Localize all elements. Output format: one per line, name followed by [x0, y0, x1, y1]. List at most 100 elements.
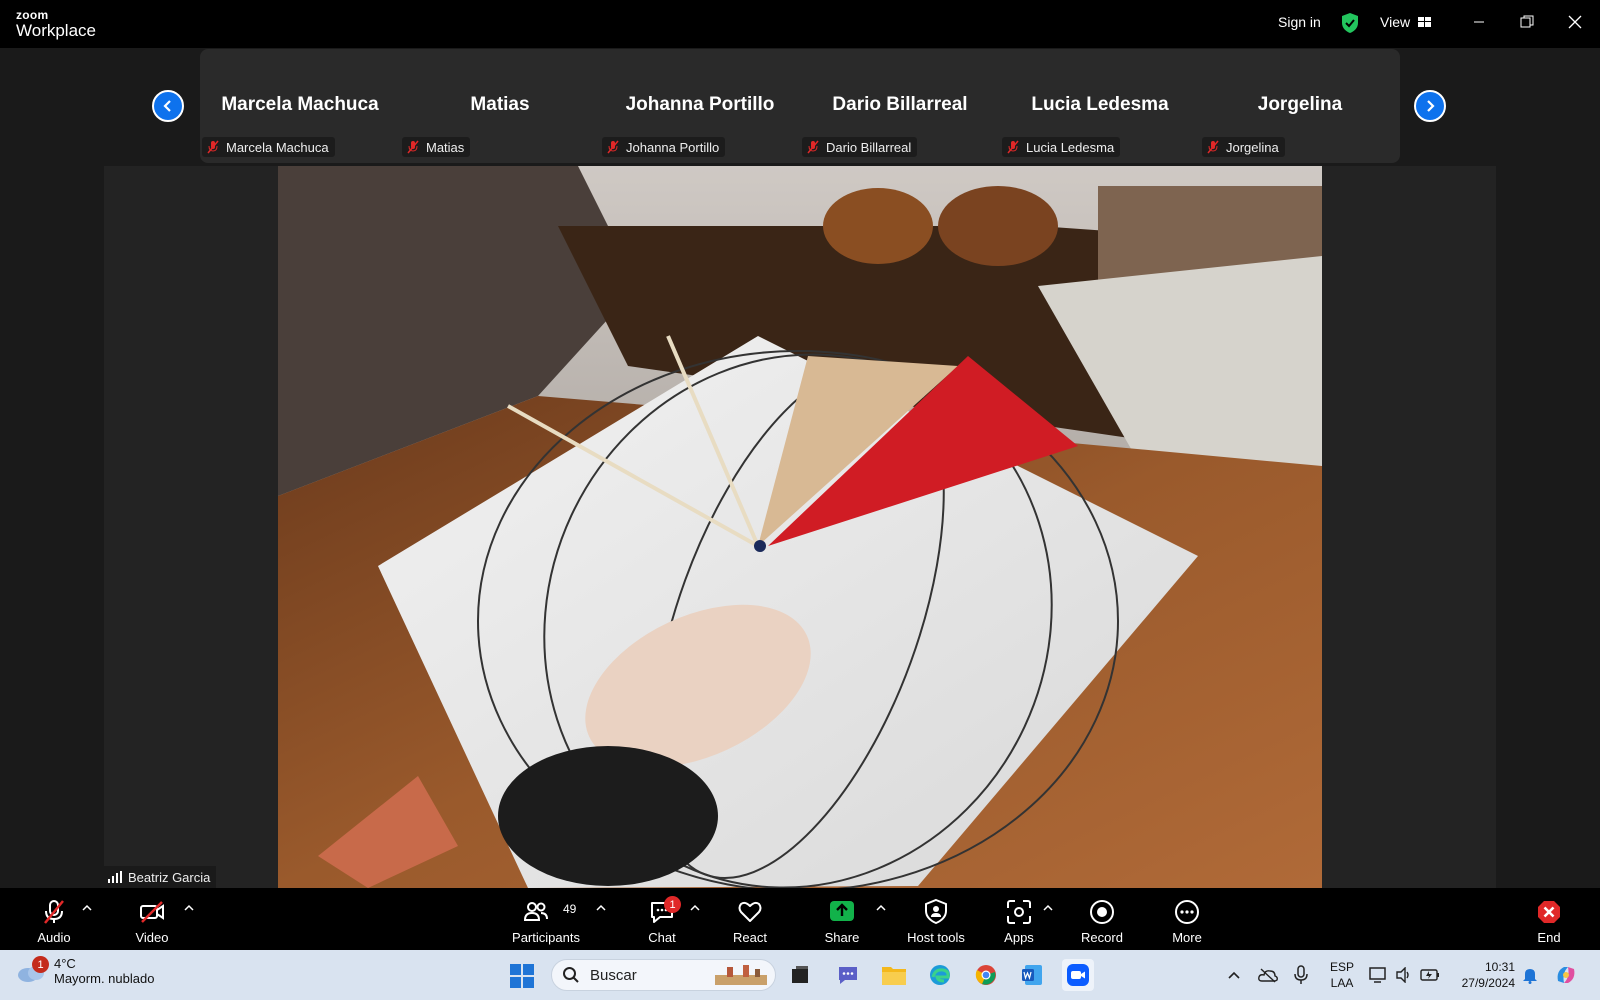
- notifications-button[interactable]: [1514, 959, 1546, 991]
- more-label: More: [1172, 930, 1202, 945]
- record-button[interactable]: Record: [1080, 888, 1124, 950]
- taskbar-zoom[interactable]: [1062, 959, 1094, 991]
- react-button[interactable]: React: [728, 888, 772, 950]
- heart-react-icon: [738, 901, 762, 922]
- prev-participants-button[interactable]: [152, 90, 184, 122]
- more-button[interactable]: More: [1165, 888, 1209, 950]
- taskbar-task-view[interactable]: [784, 959, 816, 991]
- mic-muted-icon: [1207, 140, 1219, 154]
- taskbar-edge[interactable]: [924, 959, 956, 991]
- apps-button[interactable]: Apps: [997, 888, 1041, 950]
- apps-options-caret-icon[interactable]: [1043, 904, 1053, 912]
- host-tools-shield-icon: [925, 898, 947, 925]
- participant-display-name: Jorgelina: [1257, 94, 1343, 115]
- audio-label: Audio: [37, 930, 71, 945]
- tray-overflow-button[interactable]: [1218, 959, 1250, 991]
- taskbar-chrome[interactable]: [970, 959, 1002, 991]
- participant-label-text: Marcela Machuca: [226, 139, 329, 155]
- audio-options-caret-icon[interactable]: [82, 904, 92, 912]
- active-speaker-label: Beatriz Garcia: [104, 866, 217, 888]
- more-dots-icon: [1175, 900, 1199, 924]
- edge-browser-icon: [930, 965, 950, 985]
- meeting-toolbar: Audio Video Participants 49 Chat 1 React…: [0, 888, 1600, 950]
- bell-notification-icon: [1523, 969, 1537, 984]
- host-tools-button[interactable]: Host tools: [904, 888, 968, 950]
- end-meeting-button[interactable]: End: [1527, 888, 1571, 950]
- record-icon: [1090, 900, 1114, 924]
- participants-button[interactable]: Participants: [510, 888, 582, 950]
- brand-workplace-text: Workplace: [16, 21, 96, 40]
- weather-alert-badge: 1: [32, 956, 49, 973]
- participant-display-name: Matias: [470, 94, 530, 115]
- chevron-up-icon: [1228, 971, 1240, 979]
- apps-label: Apps: [1004, 930, 1034, 945]
- minimize-button[interactable]: [1469, 12, 1489, 32]
- search-highlight-image: [715, 965, 767, 985]
- participant-display-name: Dario Billarreal: [832, 94, 968, 115]
- participant-tile[interactable]: Matias Matias: [400, 49, 600, 163]
- next-participants-button[interactable]: [1414, 90, 1446, 122]
- react-label: React: [733, 930, 767, 945]
- mic-muted-icon: [207, 140, 219, 154]
- active-speaker-video[interactable]: [278, 166, 1322, 888]
- participant-tile[interactable]: Lucia Ledesma Lucia Ledesma: [1000, 49, 1200, 163]
- copilot-icon: [1557, 967, 1575, 983]
- chevron-left-icon: [163, 100, 171, 112]
- chevron-right-icon: [1427, 100, 1435, 112]
- tray-microphone[interactable]: [1285, 959, 1317, 991]
- share-button[interactable]: Share: [820, 888, 864, 950]
- participants-label: Participants: [512, 930, 580, 945]
- participant-display-name: Johanna Portillo: [625, 94, 775, 115]
- participant-tile[interactable]: Jorgelina Jorgelina: [1200, 49, 1400, 163]
- battery-charging-icon: [1420, 969, 1439, 981]
- sign-in-link[interactable]: Sign in: [1278, 14, 1321, 30]
- restore-button[interactable]: [1517, 12, 1537, 32]
- participants-options-caret-icon[interactable]: [596, 904, 606, 912]
- encryption-shield-icon[interactable]: [1340, 12, 1360, 34]
- participant-tile[interactable]: Marcela Machuca Marcela Machuca: [200, 49, 400, 163]
- video-off-icon: [140, 901, 164, 923]
- mic-muted-icon: [807, 140, 819, 154]
- participants-count: 49: [563, 902, 577, 916]
- audio-button[interactable]: Audio: [32, 888, 76, 950]
- view-button[interactable]: View: [1380, 14, 1432, 30]
- video-button[interactable]: Video: [130, 888, 174, 950]
- taskbar-word[interactable]: [1016, 959, 1048, 991]
- participant-name-label: Matias: [402, 137, 471, 157]
- word-app-icon: [1022, 965, 1042, 985]
- view-label: View: [1380, 14, 1411, 30]
- participant-tile[interactable]: Dario Billarreal Dario Billarreal: [800, 49, 1000, 163]
- windows-logo-icon: [510, 964, 534, 988]
- weather-text: 4°C Mayorm. nublado: [54, 956, 154, 986]
- clock-date: 27/9/2024: [1461, 976, 1515, 990]
- participants-icon: [523, 902, 548, 921]
- participant-tile[interactable]: Johanna Portillo Johanna Portillo: [600, 49, 800, 163]
- task-view-icon: [792, 966, 808, 983]
- video-options-caret-icon[interactable]: [184, 904, 194, 912]
- language-code: ESP: [1330, 960, 1355, 974]
- minimize-icon: [1474, 21, 1484, 23]
- close-button[interactable]: [1565, 12, 1585, 32]
- keyboard-layout-code: LAA: [1330, 976, 1354, 990]
- participant-label-text: Lucia Ledesma: [1026, 139, 1115, 155]
- taskbar-clock[interactable]: 10:31 27/9/2024: [1455, 959, 1515, 991]
- mic-muted-icon: [407, 140, 419, 154]
- taskbar-chat-app[interactable]: [832, 959, 864, 991]
- copilot-button[interactable]: [1550, 959, 1582, 991]
- taskbar-search-box[interactable]: Buscar: [551, 959, 776, 991]
- participant-name-label: Dario Billarreal: [802, 137, 918, 157]
- tray-battery[interactable]: [1414, 959, 1446, 991]
- folder-icon: [882, 967, 906, 985]
- search-icon: [563, 967, 579, 983]
- weather-description: Mayorm. nublado: [54, 971, 155, 986]
- taskbar-file-explorer[interactable]: [878, 959, 910, 991]
- participant-label-text: Johanna Portillo: [626, 139, 720, 155]
- active-speaker-name: Beatriz Garcia: [128, 869, 211, 885]
- share-screen-icon: [830, 901, 854, 921]
- tray-language-indicator[interactable]: ESP LAA: [1330, 959, 1354, 991]
- start-button[interactable]: [509, 963, 535, 994]
- tray-onedrive[interactable]: [1252, 959, 1284, 991]
- share-options-caret-icon[interactable]: [876, 904, 886, 912]
- speaker-volume-icon: [1396, 967, 1409, 983]
- chat-options-caret-icon[interactable]: [690, 904, 700, 912]
